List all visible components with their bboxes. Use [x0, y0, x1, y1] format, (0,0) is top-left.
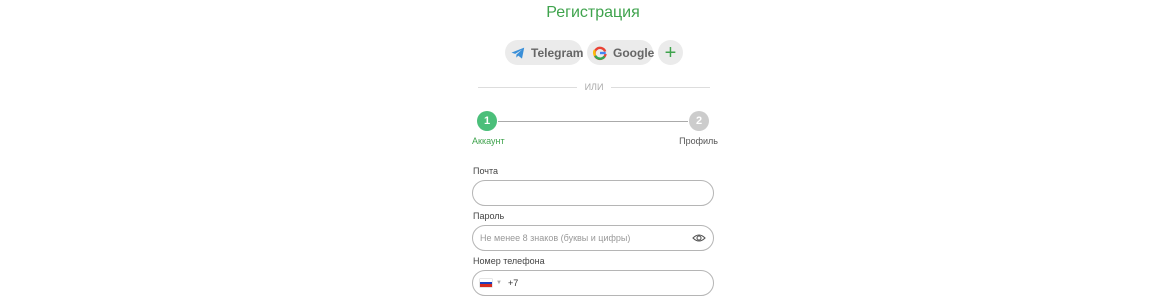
plus-icon: + [664, 41, 677, 64]
more-providers-button[interactable]: + [658, 40, 683, 65]
phone-prefix: +7 [507, 278, 519, 288]
divider-line-right [611, 86, 710, 88]
divider-text: ИЛИ [584, 82, 604, 92]
chevron-down-icon[interactable]: ▼ [496, 280, 502, 286]
page-title: Регистрация [546, 4, 640, 21]
step-connector [498, 121, 688, 122]
password-label: Пароль [473, 211, 505, 221]
step-1-label: Аккаунт [472, 136, 505, 146]
or-divider: ИЛИ [478, 82, 710, 92]
eye-icon[interactable] [692, 233, 706, 243]
email-field[interactable] [472, 180, 714, 206]
social-login-row: Telegram Google + [505, 40, 683, 65]
divider-line-left [478, 86, 577, 88]
email-label: Почта [473, 166, 498, 176]
google-icon [592, 45, 608, 61]
phone-field[interactable]: ▼ +7 [472, 270, 714, 296]
step-1-indicator: 1 [477, 111, 497, 131]
google-label: Google [613, 45, 655, 60]
password-placeholder: Не менее 8 знаков (буквы и цифры) [480, 233, 631, 243]
google-login-button[interactable]: Google [587, 40, 655, 65]
telegram-icon [510, 45, 526, 61]
password-field[interactable]: Не менее 8 знаков (буквы и цифры) [472, 225, 714, 251]
ru-flag-icon[interactable] [480, 279, 492, 288]
telegram-login-button[interactable]: Telegram [505, 40, 584, 65]
step-2-label: Профиль [679, 136, 718, 146]
registration-stepper: 1 2 Аккаунт Профиль [472, 111, 720, 151]
telegram-label: Telegram [531, 45, 584, 60]
step-2-indicator: 2 [689, 111, 709, 131]
phone-label: Номер телефона [473, 256, 545, 266]
